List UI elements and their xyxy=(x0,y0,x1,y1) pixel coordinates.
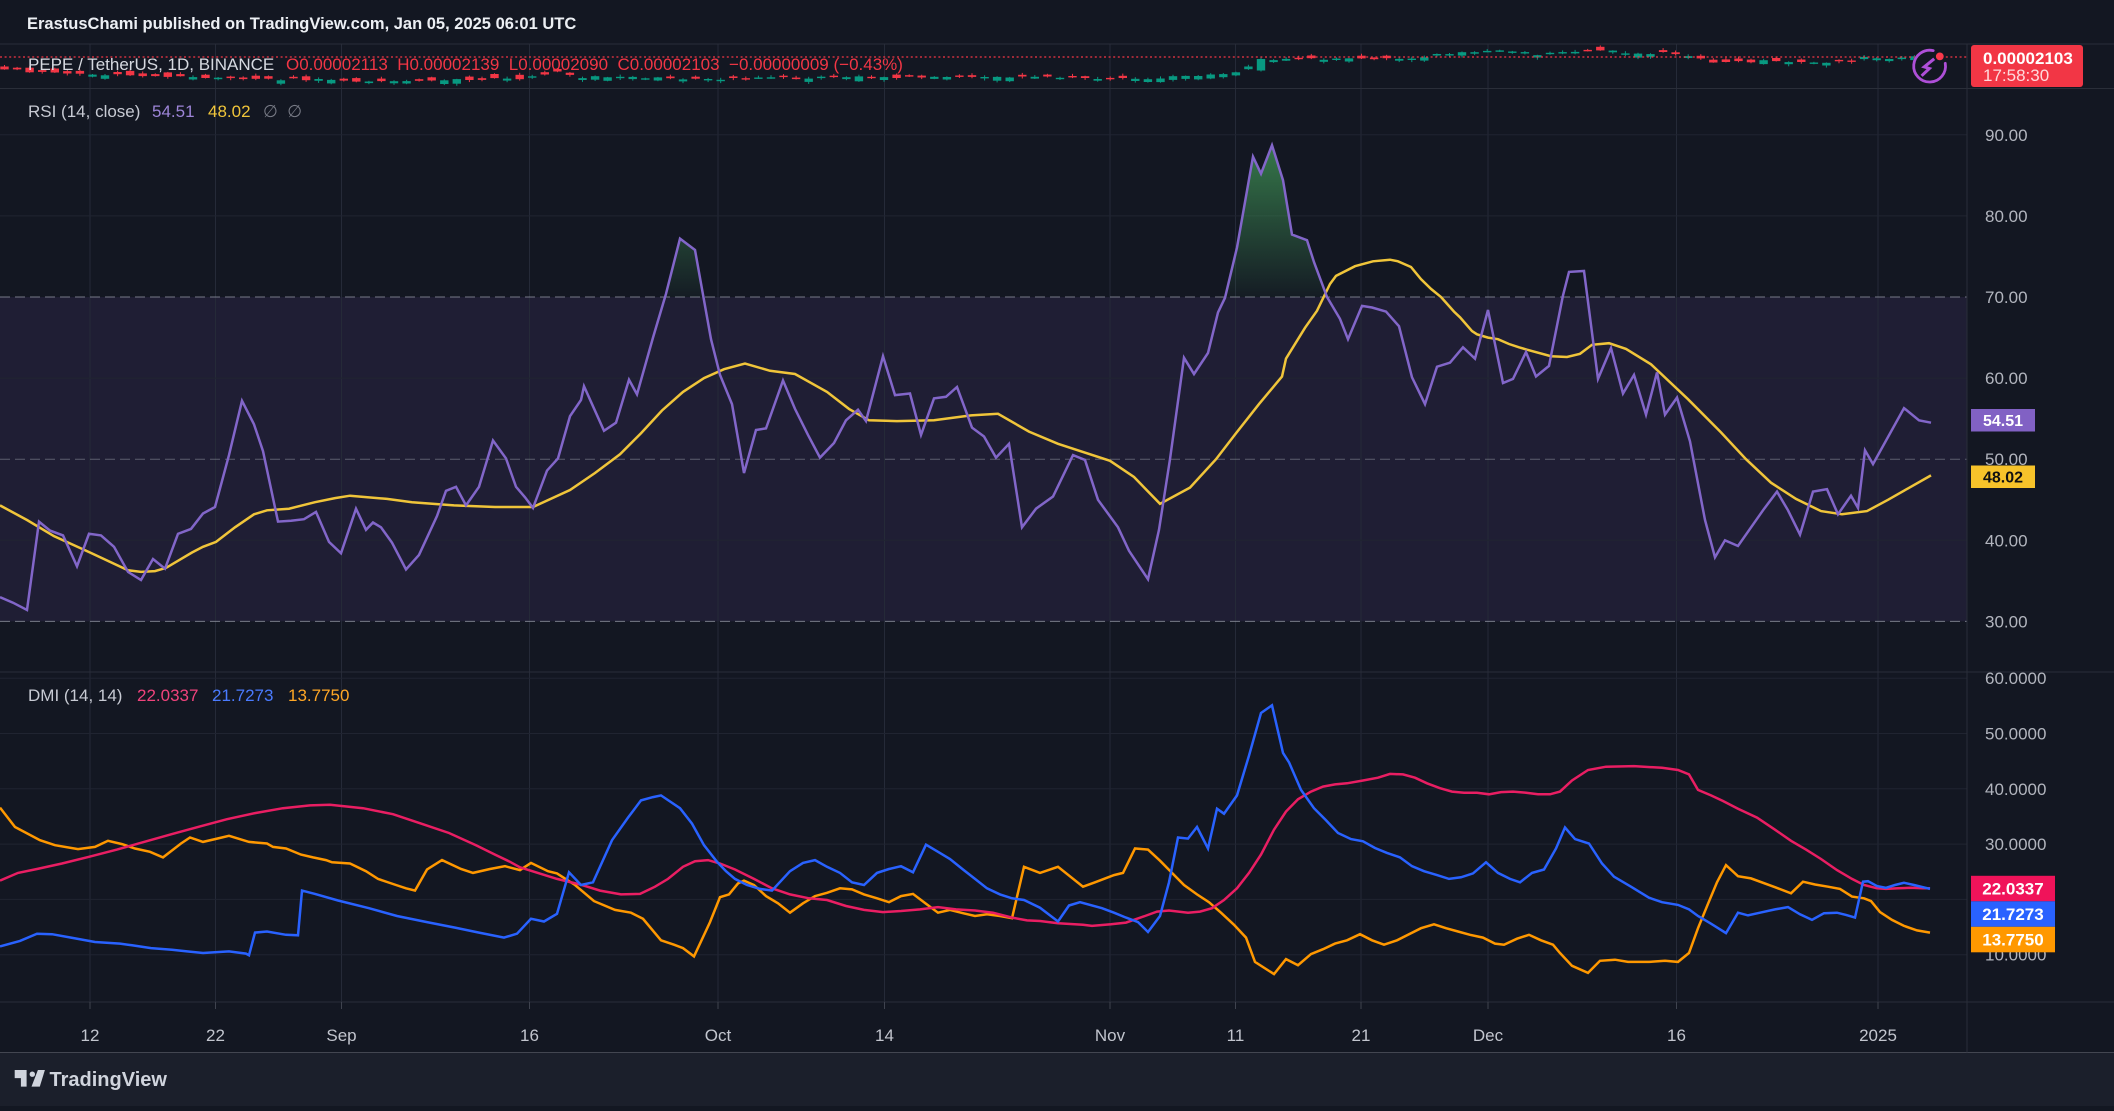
svg-text:14: 14 xyxy=(875,1026,894,1045)
svg-text:11: 11 xyxy=(1227,1026,1245,1045)
svg-text:Nov: Nov xyxy=(1095,1026,1126,1045)
svg-text:RSI (14, close): RSI (14, close) xyxy=(28,102,140,121)
svg-text:22: 22 xyxy=(206,1026,225,1045)
svg-text:21: 21 xyxy=(1352,1026,1371,1045)
svg-text:48.02: 48.02 xyxy=(1983,470,2023,487)
svg-text:21.7273: 21.7273 xyxy=(1982,905,2043,924)
svg-text:30.00: 30.00 xyxy=(1985,612,2028,631)
svg-text:50.0000: 50.0000 xyxy=(1985,725,2046,744)
svg-text:12: 12 xyxy=(81,1026,100,1045)
svg-text:O0.00002113 H0.00002139 L0.0: O0.00002113 H0.00002139 L0.00002090 C0.0… xyxy=(286,55,903,74)
svg-text:16: 16 xyxy=(1667,1026,1686,1045)
svg-text:30.0000: 30.0000 xyxy=(1985,835,2046,854)
svg-text:48.02: 48.02 xyxy=(208,102,251,121)
svg-text:ErastusChami published on Trad: ErastusChami published on TradingView.co… xyxy=(27,15,576,33)
svg-text:Sep: Sep xyxy=(326,1026,356,1045)
svg-text:90.00: 90.00 xyxy=(1985,126,2028,145)
svg-text:Oct: Oct xyxy=(705,1026,732,1045)
svg-text:16: 16 xyxy=(520,1026,539,1045)
svg-text:22.0337: 22.0337 xyxy=(1982,880,2043,899)
svg-text:DMI (14, 14): DMI (14, 14) xyxy=(28,686,122,705)
svg-text:PEPE / TetherUS, 1D, BINANCE: PEPE / TetherUS, 1D, BINANCE xyxy=(28,55,274,74)
svg-text:70.00: 70.00 xyxy=(1985,288,2028,307)
svg-text:60.00: 60.00 xyxy=(1985,369,2028,388)
svg-text:Dec: Dec xyxy=(1473,1026,1504,1045)
svg-text:17:58:30: 17:58:30 xyxy=(1983,66,2049,85)
svg-text:54.51: 54.51 xyxy=(152,102,195,121)
svg-text:∅ ∅: ∅ ∅ xyxy=(263,102,302,121)
svg-text:54.51: 54.51 xyxy=(1983,413,2023,430)
svg-text:40.0000: 40.0000 xyxy=(1985,780,2046,799)
svg-text:13.7750: 13.7750 xyxy=(288,686,349,705)
svg-text:22.0337: 22.0337 xyxy=(137,686,198,705)
svg-text:2025: 2025 xyxy=(1859,1026,1897,1045)
svg-text:TradingView: TradingView xyxy=(50,1069,168,1091)
svg-text:40.00: 40.00 xyxy=(1985,531,2028,550)
svg-text:60.0000: 60.0000 xyxy=(1985,669,2046,688)
svg-text:80.00: 80.00 xyxy=(1985,207,2028,226)
svg-text:21.7273: 21.7273 xyxy=(212,686,273,705)
svg-text:13.7750: 13.7750 xyxy=(1982,931,2043,950)
